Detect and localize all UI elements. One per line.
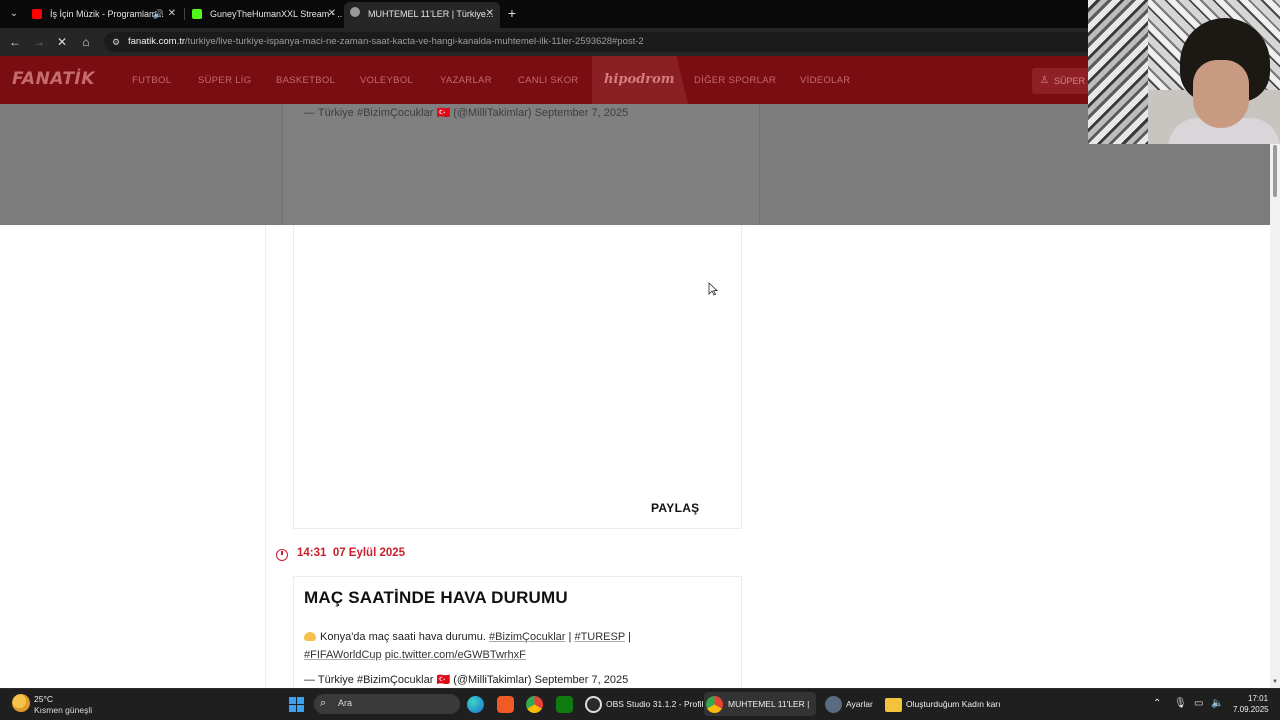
super-button[interactable]: ♙ SÜPER	[1032, 68, 1092, 94]
hashtag-link[interactable]: #BizimÇocuklar	[489, 631, 565, 643]
weather-description[interactable]: Kısmen güneşli	[34, 705, 92, 715]
youtube-icon	[32, 9, 42, 19]
webcam-background	[1088, 0, 1148, 144]
forward-icon[interactable]: →	[31, 34, 47, 50]
xbox-icon[interactable]	[556, 696, 573, 713]
tab-stream[interactable]: GuneyTheHumanXXL Stream - ... ✕	[186, 4, 342, 24]
url-text: fanatik.com.tr/turkiye/live-turkiye-ispa…	[128, 36, 644, 47]
home-icon[interactable]: ⌂	[78, 34, 94, 50]
nav-futbol[interactable]: FUTBOL	[132, 75, 171, 86]
tab-title: MUHTEMEL 11'LER | Türkiye...	[368, 9, 494, 19]
taskbar-settings[interactable]: Ayarlar	[846, 699, 873, 709]
taskbar-folder[interactable]: Oluşturduğum Kadın karı	[906, 699, 1001, 709]
chevron-up-icon[interactable]: ⌃	[1153, 698, 1161, 709]
search-label[interactable]: Ara	[338, 698, 352, 708]
post-headline: MAÇ SAATİNDE HAVA DURUMU	[304, 588, 568, 607]
site-info-icon[interactable]: ⚙	[112, 36, 124, 48]
chrome-icon[interactable]	[526, 696, 543, 713]
tab-search-icon[interactable]: ⌄	[6, 6, 22, 22]
nav-diger-sporlar[interactable]: DİĞER SPORLAR	[694, 75, 776, 86]
close-icon[interactable]: ✕	[486, 2, 494, 26]
windows-start-icon[interactable]	[289, 697, 304, 712]
share-button[interactable]: PAYLAŞ	[651, 501, 699, 515]
hashtag-link[interactable]: #TURESP	[574, 631, 625, 643]
clock-time[interactable]: 17:01	[1248, 694, 1268, 703]
taskbar-search[interactable]	[314, 694, 460, 714]
scroll-down-icon[interactable]: ▼	[1271, 678, 1279, 686]
obs-icon[interactable]	[585, 696, 602, 713]
tab-active-article[interactable]: MUHTEMEL 11'LER | Türkiye... ✕	[344, 2, 500, 28]
post-card	[293, 225, 742, 529]
post-text: #FIFAWorldCup pic.twitter.com/eGWBTwrhxF	[304, 649, 526, 661]
stop-loading-icon[interactable]: ✕	[54, 34, 70, 50]
post-timestamp: 14:31 07 Eylül 2025	[297, 547, 406, 559]
dimmed-embed	[282, 104, 760, 225]
pic-link[interactable]: pic.twitter.com/eGWBTwrhxF	[385, 649, 526, 661]
loading-icon	[350, 7, 360, 17]
hipodrom-logo[interactable]: hipodrom	[604, 72, 675, 87]
nav-yazarlar[interactable]: YAZARLAR	[440, 75, 492, 86]
timeline-line	[265, 225, 266, 687]
edge-icon[interactable]	[467, 696, 484, 713]
screen: ⌄ İş İçin Müzik - Programlam... 🔊 ✕ Gune…	[0, 0, 1280, 720]
scroll-thumb[interactable]	[1273, 145, 1277, 197]
taskbar-obs[interactable]: OBS Studio 31.1.2 - Profil	[606, 699, 703, 709]
super-button-label: SÜPER	[1054, 76, 1086, 86]
nav-basketbol[interactable]: BASKETBOL	[276, 75, 335, 86]
post-text: Konya'da maç saati hava durumu. #BizimÇo…	[304, 631, 631, 643]
tab-music[interactable]: İş İçin Müzik - Programlam... 🔊 ✕	[26, 4, 182, 24]
plus-icon[interactable]: +	[504, 4, 520, 24]
network-icon[interactable]: ▭	[1194, 698, 1203, 709]
chrome-icon[interactable]	[706, 696, 723, 713]
folder-icon[interactable]	[885, 698, 902, 712]
tab-title: İş İçin Müzik - Programlam...	[50, 9, 165, 19]
nav-canli-skor[interactable]: CANLI SKOR	[518, 75, 579, 86]
tab-title: GuneyTheHumanXXL Stream - ...	[210, 9, 342, 19]
weather-temperature[interactable]: 25°C	[34, 694, 53, 704]
tab-separator	[184, 8, 185, 20]
microphone-icon[interactable]: 🎙	[1174, 698, 1187, 709]
weather-emoji-icon	[304, 632, 316, 641]
clock-date[interactable]: 7.09.2025	[1233, 705, 1269, 714]
kick-icon	[192, 9, 202, 19]
gear-icon[interactable]	[825, 696, 842, 713]
volume-icon[interactable]: 🔈	[1211, 698, 1223, 709]
webcam-overlay	[1088, 0, 1280, 144]
address-bar[interactable]: ⚙ fanatik.com.tr/turkiye/live-turkiye-is…	[104, 32, 1094, 52]
hashtag-link[interactable]: #FIFAWorldCup	[304, 649, 382, 661]
nav-super-lig[interactable]: SÜPER LİG	[198, 75, 251, 86]
nav-videolar[interactable]: VİDEOLAR	[800, 75, 850, 86]
back-icon[interactable]: ←	[7, 34, 23, 50]
embed-attribution: — Türkiye #BizimÇocuklar 🇹🇷 (@MilliTakim…	[304, 107, 629, 119]
tweet-attribution: — Türkiye #BizimÇocuklar 🇹🇷 (@MilliTakim…	[304, 674, 629, 686]
weather-icon[interactable]	[12, 694, 30, 712]
site-logo[interactable]: FANATİK	[12, 69, 95, 89]
user-icon: ♙	[1040, 75, 1049, 86]
nav-voleybol[interactable]: VOLEYBOL	[360, 75, 413, 86]
webcam-person	[1193, 60, 1249, 128]
search-icon: ⌕	[320, 697, 327, 709]
close-icon[interactable]: ✕	[168, 4, 176, 24]
clock-icon	[276, 549, 288, 561]
taskbar-chrome-window[interactable]: MUHTEMEL 11'LER |	[728, 699, 809, 709]
speaker-icon[interactable]: 🔊	[153, 4, 164, 24]
brave-icon[interactable]	[497, 696, 514, 713]
close-icon[interactable]: ✕	[328, 4, 336, 24]
